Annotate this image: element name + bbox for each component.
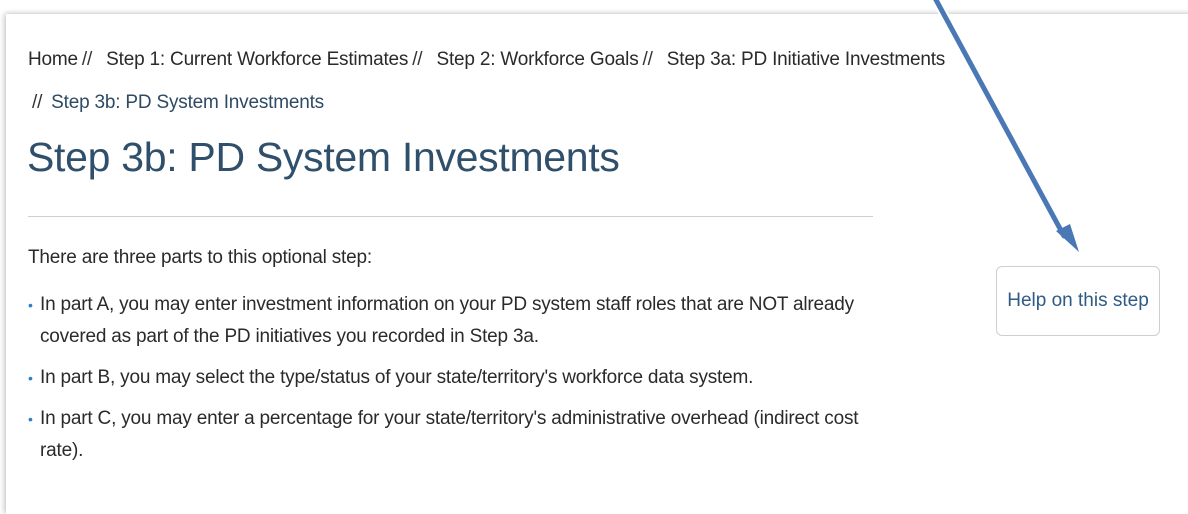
intro-text: There are three parts to this optional s… [28, 247, 372, 268]
breadcrumb-separator: // [642, 49, 653, 70]
parts-list: • In part A, you may enter investment inf… [28, 289, 878, 467]
breadcrumb-step-3a[interactable]: Step 3a: PD Initiative Investments [667, 49, 946, 70]
breadcrumb-step-2[interactable]: Step 2: Workforce Goals [436, 49, 638, 70]
list-item: • In part B, you may select the type/stat… [28, 362, 878, 394]
part-b-text: In part B, you may select the type/statu… [40, 367, 754, 388]
breadcrumb-current-step-3b: Step 3b: PD System Investments [51, 92, 324, 113]
title-divider [28, 216, 873, 217]
list-item: • In part C, you may enter a percentage f… [28, 403, 878, 467]
bullet-dot-icon: • [28, 370, 33, 386]
breadcrumb-home[interactable]: Home [28, 49, 78, 70]
breadcrumb-separator: // [412, 49, 423, 70]
page-title: Step 3b: PD System Investments [27, 134, 620, 180]
bullet-dot-icon: • [28, 297, 33, 313]
part-c-text: In part C, you may enter a percentage fo… [40, 408, 859, 461]
part-a-text: In part A, you may enter investment info… [40, 294, 854, 347]
step-description: There are three parts to this optional s… [28, 246, 878, 476]
breadcrumb-separator: // [81, 49, 93, 70]
breadcrumb: Home// Step 1: Current Workforce Estimat… [28, 38, 988, 124]
bullet-dot-icon: • [28, 411, 33, 427]
breadcrumb-separator: // [32, 92, 43, 113]
help-on-this-step-button[interactable]: Help on this step [996, 266, 1160, 336]
breadcrumb-step-1[interactable]: Step 1: Current Workforce Estimates [106, 49, 408, 70]
list-item: • In part A, you may enter investment inf… [28, 289, 878, 353]
